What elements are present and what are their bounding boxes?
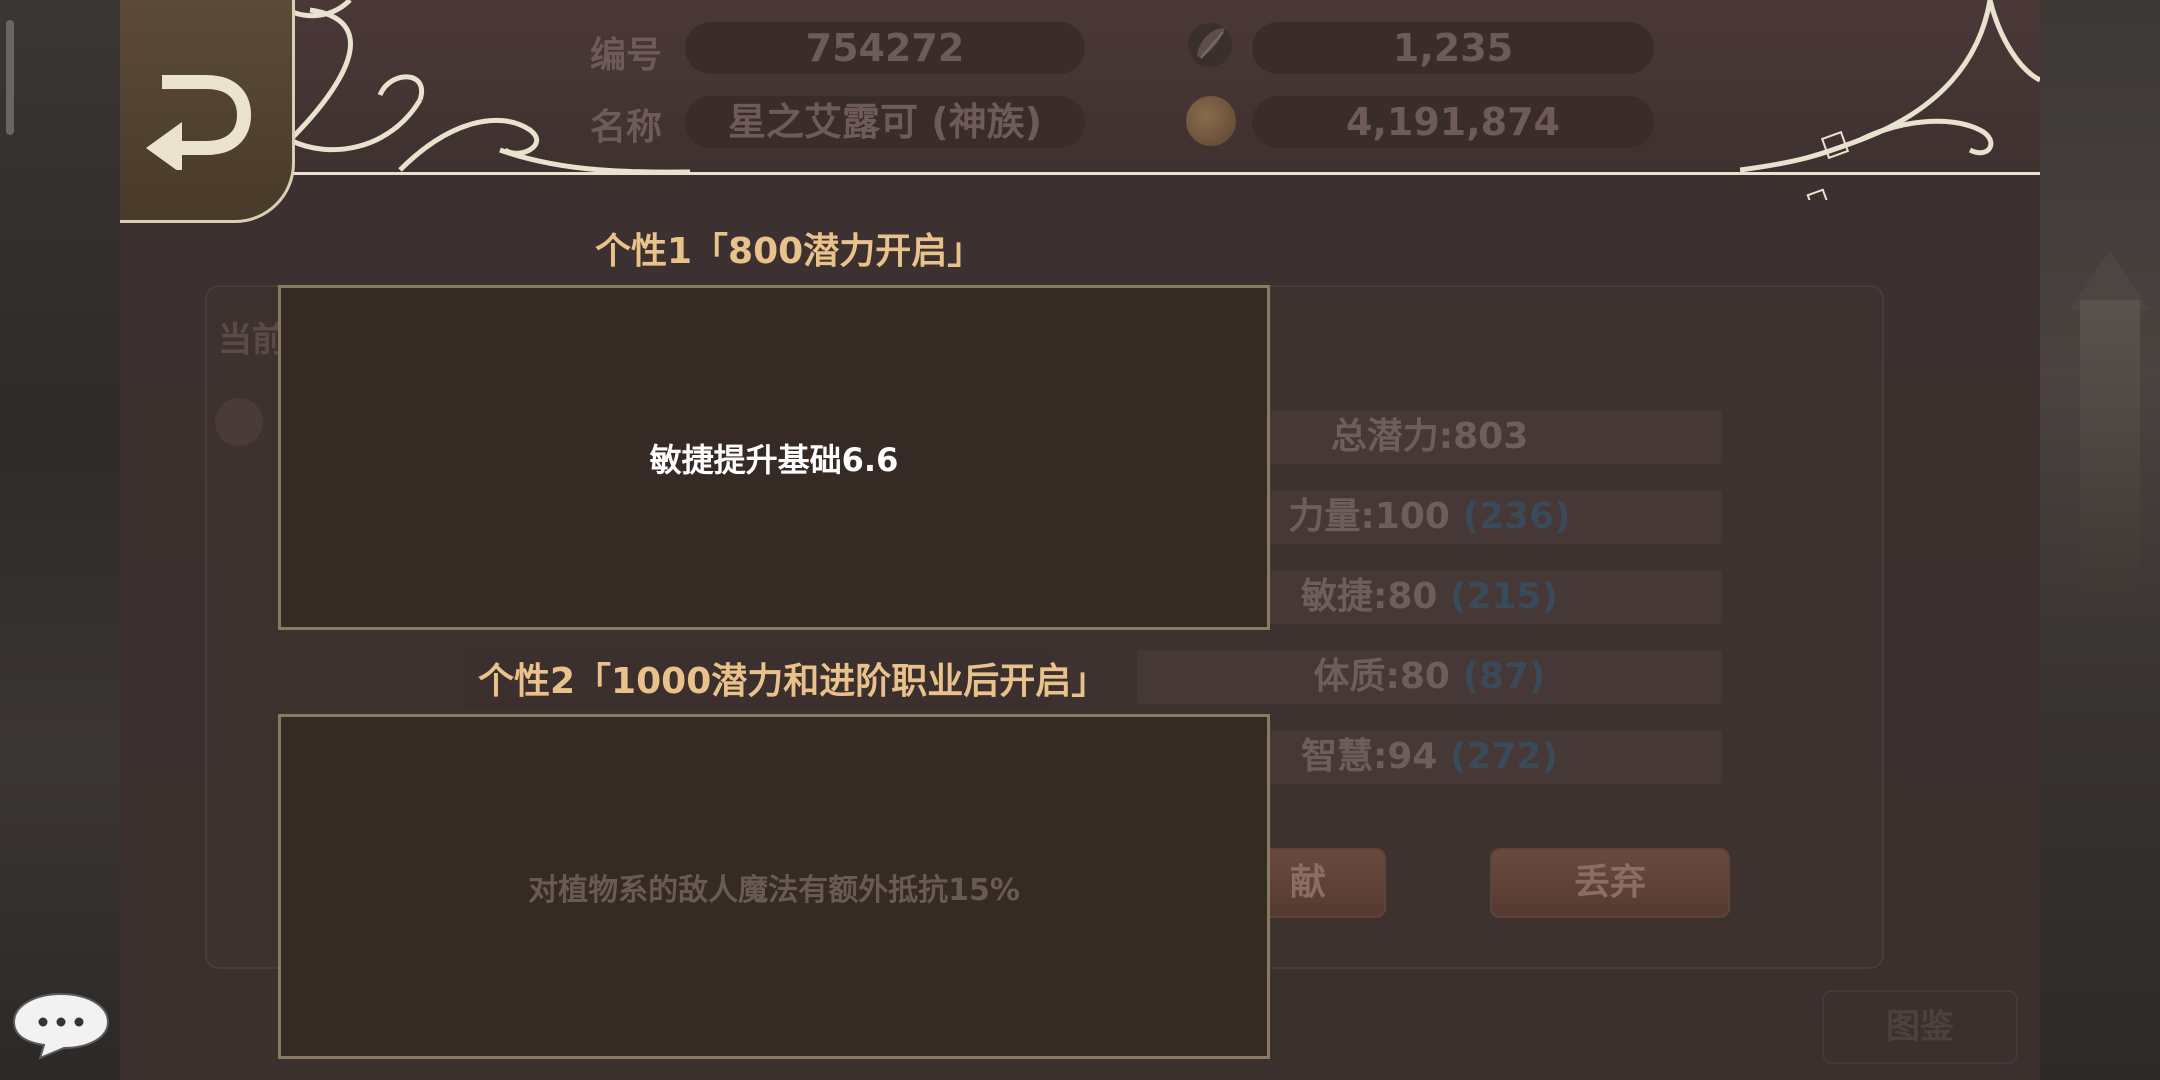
id-value: 754272: [685, 22, 1085, 74]
gold-coin-icon: [1186, 96, 1236, 146]
trait2-box: 对植物系的敌人魔法有额外抵抗15%: [278, 714, 1270, 1059]
trait1-description: 敏捷提升基础6.6: [649, 440, 899, 479]
name-label: 名称: [590, 107, 663, 148]
current-label: 当前: [218, 320, 286, 360]
return-arrow-icon: [146, 75, 252, 170]
trait2-description: 对植物系的敌人魔法有额外抵抗15%: [528, 872, 1020, 908]
stat-constitution: 体质:80 (87): [1137, 650, 1722, 704]
game-screen: 当前 总潜力:803 力量:100 (236) 敏捷:80 (215) 体质:8…: [0, 0, 2160, 1080]
currency1-value: 1,235: [1252, 22, 1654, 74]
currency2-value: 4,191,874: [1252, 96, 1654, 148]
element-icon: [215, 398, 263, 446]
name-value: 星之艾露可 (神族): [685, 96, 1085, 148]
trait1-title: 个性1「800潜力开启」: [595, 231, 984, 272]
edge-handle[interactable]: [6, 20, 14, 135]
feather-medal-icon: [1188, 23, 1232, 67]
gallery-button[interactable]: 图鉴: [1822, 990, 2018, 1064]
scene-background-right: [2040, 0, 2160, 1080]
chat-bubble-icon[interactable]: [10, 990, 112, 1060]
header-ornament-right: [1740, 0, 2040, 200]
back-button[interactable]: [120, 0, 295, 223]
trait1-box: 敏捷提升基础6.6: [278, 285, 1270, 630]
trait2-title: 个性2「1000潜力和进阶职业后开启」: [478, 661, 1108, 702]
scene-background-left: [0, 0, 120, 1080]
tower: [2080, 300, 2140, 600]
discard-button[interactable]: 丢弃: [1490, 848, 1730, 918]
id-label: 编号: [590, 35, 663, 76]
